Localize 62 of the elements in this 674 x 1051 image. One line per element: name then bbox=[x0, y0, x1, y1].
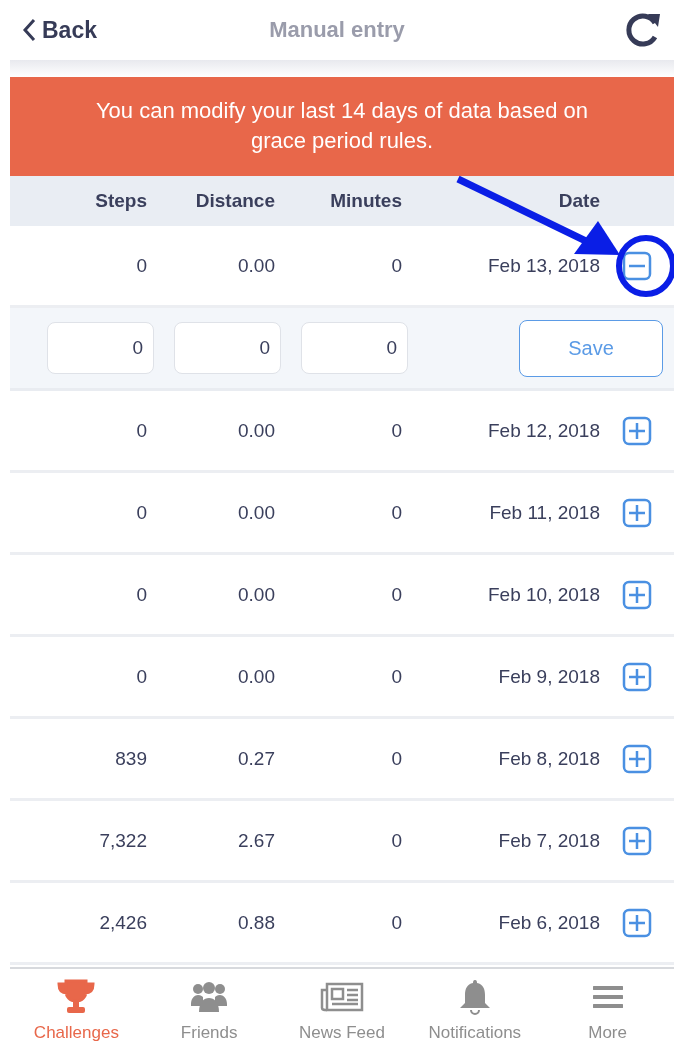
date-cell-text: Feb 9, 2018 bbox=[497, 665, 600, 688]
minutes-cell-text: 0 bbox=[390, 665, 402, 688]
column-header: Date bbox=[557, 190, 600, 212]
menu-icon bbox=[592, 985, 623, 1009]
refresh-button[interactable] bbox=[624, 11, 662, 49]
distance-cell-text: 0.27 bbox=[237, 747, 275, 770]
date-cell-text: Feb 7, 2018 bbox=[497, 829, 600, 852]
expand-button[interactable] bbox=[622, 579, 652, 610]
date-cell-text: Feb 11, 2018 bbox=[488, 501, 600, 524]
steps-cell-text: 0 bbox=[135, 419, 147, 442]
distance-cell-text: 0.00 bbox=[237, 583, 275, 606]
date-cell-text: Feb 10, 2018 bbox=[487, 583, 600, 606]
nav-tab[interactable]: News Feed bbox=[275, 969, 409, 1051]
steps-input[interactable]: 0 bbox=[47, 322, 154, 374]
expand-button[interactable] bbox=[622, 907, 652, 938]
column-header: Minutes bbox=[329, 190, 402, 212]
column-header: Steps bbox=[94, 190, 147, 212]
nav-tab[interactable]: More bbox=[541, 969, 674, 1051]
newspaper-icon bbox=[320, 982, 364, 1012]
nav-tab[interactable]: Notifications bbox=[408, 969, 542, 1051]
distance-cell-text: 0.00 bbox=[237, 254, 275, 277]
steps-cell-text: 0 bbox=[135, 583, 147, 606]
nav-tab[interactable]: Challenges bbox=[10, 969, 143, 1051]
steps-cell-text: 0 bbox=[135, 254, 147, 277]
people-icon bbox=[190, 980, 229, 1014]
distance-cell-text: 0.00 bbox=[237, 665, 275, 688]
expand-button[interactable] bbox=[622, 825, 652, 856]
minutes-cell-text: 0 bbox=[390, 747, 402, 770]
expand-button[interactable] bbox=[622, 743, 652, 774]
date-cell-text: Feb 13, 2018 bbox=[487, 254, 600, 277]
distance-cell-text: 0.00 bbox=[237, 501, 275, 524]
distance-cell-text: 2.67 bbox=[237, 829, 275, 852]
distance-cell-text: 0.00 bbox=[237, 419, 275, 442]
distance-input[interactable]: 0 bbox=[174, 322, 281, 374]
nav-tab[interactable]: Friends bbox=[142, 969, 276, 1051]
steps-cell-text: 0 bbox=[135, 501, 147, 524]
save-button[interactable]: Save bbox=[519, 319, 663, 377]
minutes-cell-text: 0 bbox=[390, 419, 402, 442]
expand-button[interactable] bbox=[622, 497, 652, 528]
minutes-cell-text: 0 bbox=[390, 829, 402, 852]
page-title: Manual entry bbox=[269, 17, 405, 42]
minutes-input[interactable]: 0 bbox=[301, 322, 408, 374]
grace-period-banner: You can modify your last 14 days of data based on grace period rules. bbox=[10, 77, 674, 176]
expand-button[interactable] bbox=[622, 661, 652, 692]
steps-cell-text: 839 bbox=[114, 747, 147, 770]
date-cell-text: Feb 8, 2018 bbox=[497, 747, 600, 770]
trophy-icon bbox=[57, 979, 96, 1015]
expand-button[interactable] bbox=[622, 415, 652, 446]
minutes-cell-text: 0 bbox=[390, 501, 402, 524]
chevron-left-icon bbox=[22, 18, 36, 42]
minutes-cell-text: 0 bbox=[390, 254, 402, 277]
date-cell-text: Feb 12, 2018 bbox=[487, 419, 600, 442]
steps-cell-text: 0 bbox=[135, 665, 147, 688]
back-button[interactable]: Back bbox=[22, 16, 97, 44]
column-header: Distance bbox=[194, 190, 275, 212]
distance-cell-text: 0.88 bbox=[237, 911, 275, 934]
date-cell-text: Feb 6, 2018 bbox=[497, 911, 600, 934]
minutes-cell-text: 0 bbox=[390, 583, 402, 606]
minutes-cell-text: 0 bbox=[390, 911, 402, 934]
steps-cell-text: 7,322 bbox=[98, 829, 147, 852]
steps-cell-text: 2,426 bbox=[98, 911, 147, 934]
collapse-button[interactable] bbox=[622, 250, 652, 281]
